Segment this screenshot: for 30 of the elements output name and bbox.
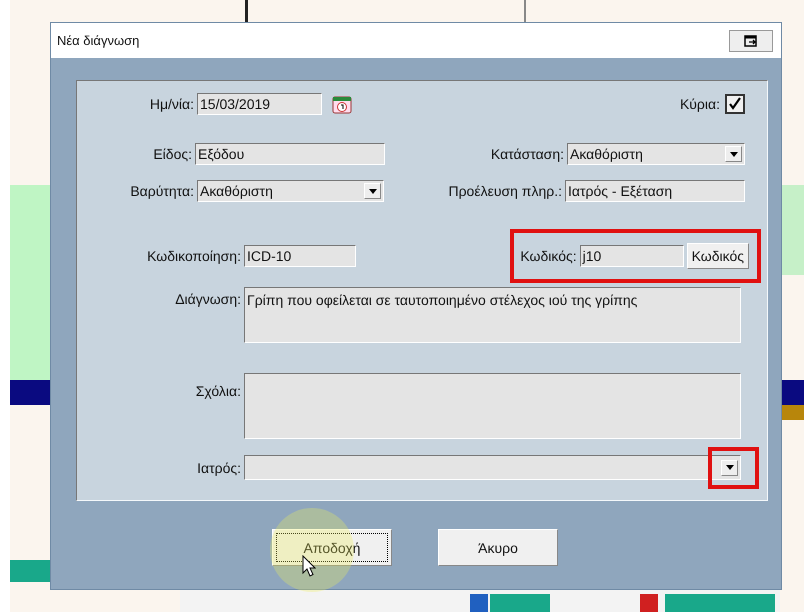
field-label: Κατάσταση:	[490, 146, 565, 162]
date-field[interactable]: 15/03/2019	[197, 93, 322, 115]
right-strip-drawing	[782, 380, 804, 420]
code-button[interactable]: Κωδικός	[686, 243, 749, 269]
field-label: Βαρύτητα:	[129, 183, 195, 199]
dropdown[interactable]	[244, 455, 741, 480]
field-label: Κωδικοποίηση:	[146, 248, 242, 264]
field-label: Κύρια:	[680, 96, 721, 112]
text-field[interactable]: Ιατρός - Εξέταση	[565, 180, 745, 202]
cancel-button[interactable]: Άκυρο	[438, 529, 558, 566]
restore-button[interactable]	[729, 30, 773, 52]
text-field[interactable]: ICD-10	[244, 245, 356, 267]
field-label: Σχόλια:	[194, 382, 242, 399]
restore-icon	[744, 34, 758, 46]
window-title: Νέα διάγνωση	[57, 33, 140, 48]
field-label: Ιατρός:	[196, 460, 242, 476]
dropdown[interactable]: Ακαθόριστη	[567, 143, 745, 165]
diagnosis-field[interactable]: Γρίπη που οφείλεται σε ταυτοποιημένο στέλεχος ιού της γρίπης	[244, 287, 741, 343]
text-field[interactable]: Εξόδου	[195, 143, 385, 165]
dropdown[interactable]: Ακαθόριστη	[197, 180, 384, 202]
field-label: Ημ/νία:	[148, 96, 195, 112]
accept-button[interactable]: Αποδοχή	[272, 529, 392, 566]
comments-field[interactable]	[244, 373, 741, 439]
checkbox[interactable]	[725, 94, 745, 114]
cursor-icon	[302, 555, 316, 577]
field-label: Προέλευση πληρ.:	[448, 183, 563, 199]
field-label: Διάγνωση:	[174, 290, 242, 307]
field-label: Είδος:	[152, 146, 193, 162]
code-field[interactable]: j10	[580, 245, 684, 267]
field-label: Κωδικός:	[520, 248, 578, 264]
